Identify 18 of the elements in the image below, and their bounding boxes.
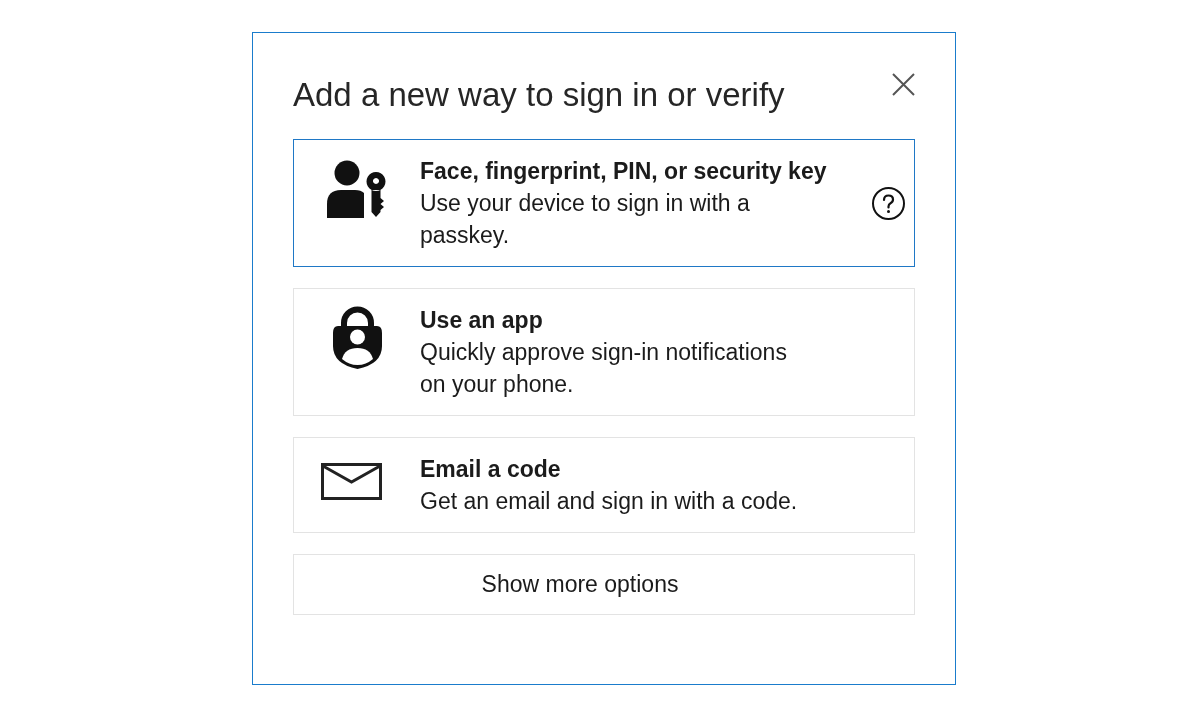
person-key-icon: [327, 160, 387, 218]
sign-in-option[interactable]: Face, fingerprint, PIN, or security key Use your device to sign in with a passkey.: [293, 139, 915, 267]
close-button[interactable]: [892, 73, 915, 96]
sign-in-option[interactable]: Use an app Quickly approve sign-in notifications on your phone.: [293, 288, 915, 416]
option-title: Email a code: [420, 455, 562, 484]
help-button[interactable]: [872, 186, 905, 220]
option-description: Quickly approve sign-in notifications on your phone.: [420, 338, 788, 399]
option-description: Get an email and sign in with a code.: [420, 487, 799, 516]
envelope-icon: [320, 463, 382, 500]
option-description: Use your device to sign in with a passkey.: [420, 189, 751, 250]
help-icon: [872, 186, 905, 220]
option-title: Face, fingerprint, PIN, or security key: [420, 157, 828, 186]
show-more-button[interactable]: Show more options: [293, 554, 915, 615]
option-title: Use an app: [420, 306, 544, 335]
close-icon: [892, 73, 915, 96]
lock-person-icon: [332, 306, 382, 369]
sign-in-option[interactable]: Email a code Get an email and sign in with a code.: [293, 437, 915, 533]
dialog-title: Add a new way to sign in or verify: [293, 75, 785, 115]
